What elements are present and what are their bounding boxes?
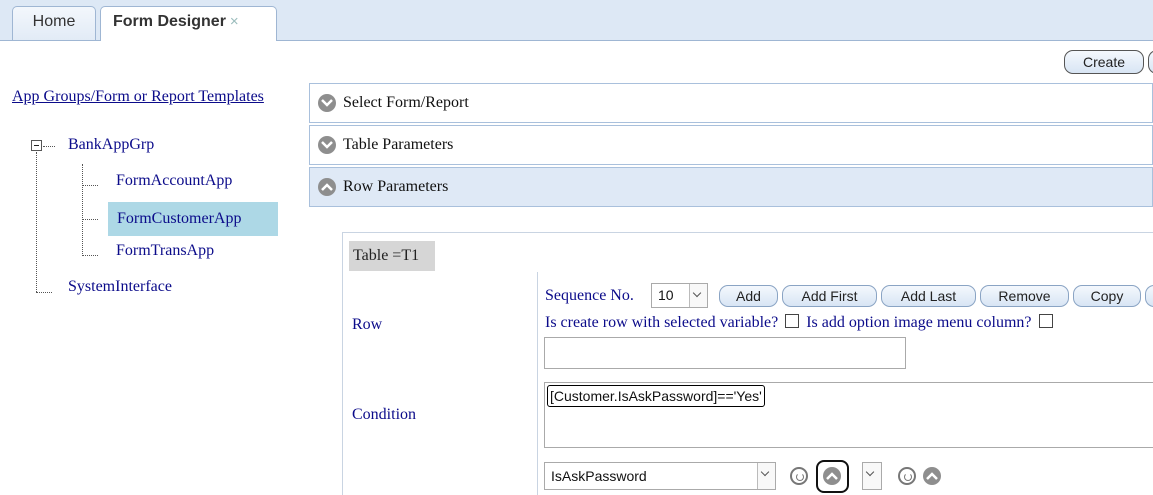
more-button[interactable] (1145, 285, 1153, 307)
variable-select[interactable]: IsAskPassword (544, 462, 776, 490)
refresh-icon[interactable] (898, 467, 916, 485)
chevron-down-icon (318, 136, 336, 154)
add-button[interactable]: Add (719, 285, 778, 307)
tree-connector (36, 152, 37, 292)
refresh-icon[interactable] (790, 467, 808, 485)
remove-button[interactable]: Remove (980, 285, 1069, 307)
accordion-label: Table Parameters (343, 136, 454, 153)
accordion-row-parameters[interactable]: Row Parameters (309, 167, 1153, 207)
tree-group-systeminterface[interactable]: SystemInterface (68, 278, 172, 296)
tree-root-link[interactable]: App Groups/Form or Report Templates (12, 86, 282, 108)
collapse-icon[interactable] (31, 140, 42, 151)
accordion-label: Row Parameters (343, 178, 449, 195)
option-image-label: Is add option image menu column? (806, 314, 1032, 331)
accordion-label: Select Form/Report (343, 94, 469, 111)
variable-value: IsAskPassword (551, 468, 647, 484)
selected-variable-checkbox[interactable] (785, 314, 800, 328)
row-label: Row (352, 316, 383, 333)
row-options-line: Is create row with selected variable? Is… (545, 314, 1056, 332)
option-image-checkbox[interactable] (1038, 314, 1053, 328)
sequence-select[interactable]: 10 (651, 283, 708, 308)
close-icon[interactable]: × (230, 13, 239, 30)
tree-item-formcustomerapp[interactable]: FormCustomerApp (108, 202, 278, 236)
copy-button[interactable]: Copy (1073, 285, 1141, 307)
create-button[interactable]: Create (1064, 50, 1144, 74)
tree-connector (82, 185, 98, 186)
condition-label: Condition (352, 406, 417, 423)
tree-connector (82, 255, 98, 256)
table-header: Table =T1 (349, 241, 435, 271)
tree-connector (36, 292, 52, 293)
add-first-button[interactable]: Add First (782, 285, 877, 307)
chevron-down-icon (689, 284, 707, 307)
chevron-up-icon[interactable] (823, 467, 841, 485)
selected-variable-label: Is create row with selected variable? (545, 314, 779, 331)
tab-form-designer[interactable]: Form Designer × (100, 6, 277, 41)
tree-item-formaccountapp[interactable]: FormAccountApp (116, 172, 232, 190)
accordion-select-form-report[interactable]: Select Form/Report (309, 83, 1153, 123)
chevron-up-icon (318, 178, 336, 196)
accordion-table-parameters[interactable]: Table Parameters (309, 125, 1153, 165)
chevron-down-icon (318, 94, 336, 112)
tree-item-formtransapp[interactable]: FormTransApp (116, 242, 214, 260)
chevron-down-icon (863, 463, 881, 489)
tab-home[interactable]: Home (12, 6, 96, 40)
next-toolbar-button[interactable] (1148, 50, 1153, 74)
tab-form-designer-label: Form Designer (113, 13, 226, 30)
condition-value: [Customer.IsAskPassword]=='Yes' (547, 385, 765, 407)
tab-home-label: Home (32, 13, 76, 30)
tree-connector (43, 146, 55, 147)
row-text-input[interactable] (544, 337, 906, 369)
sequence-label: Sequence No. (545, 287, 634, 304)
add-last-button[interactable]: Add Last (881, 285, 976, 307)
tree-connector (82, 219, 98, 220)
secondary-select[interactable] (862, 462, 882, 490)
tree-connector (82, 164, 83, 256)
tree-group-bankappgrp[interactable]: BankAppGrp (68, 136, 154, 154)
column-divider (537, 272, 538, 495)
tab-bar: Home Form Designer × (0, 0, 1153, 41)
chevron-down-icon (757, 463, 775, 489)
sequence-value: 10 (658, 287, 674, 303)
chevron-up-icon[interactable] (923, 467, 941, 485)
